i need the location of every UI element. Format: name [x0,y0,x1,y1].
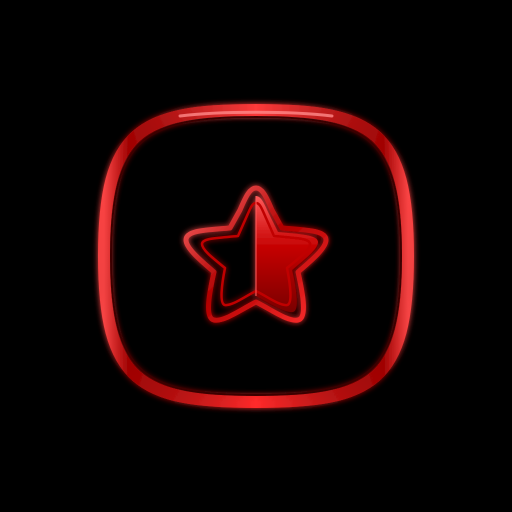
icon-canvas [0,0,512,512]
app-icon-graphic [97,103,415,409]
star-half-icon [183,185,329,323]
app-icon[interactable] [0,0,512,512]
